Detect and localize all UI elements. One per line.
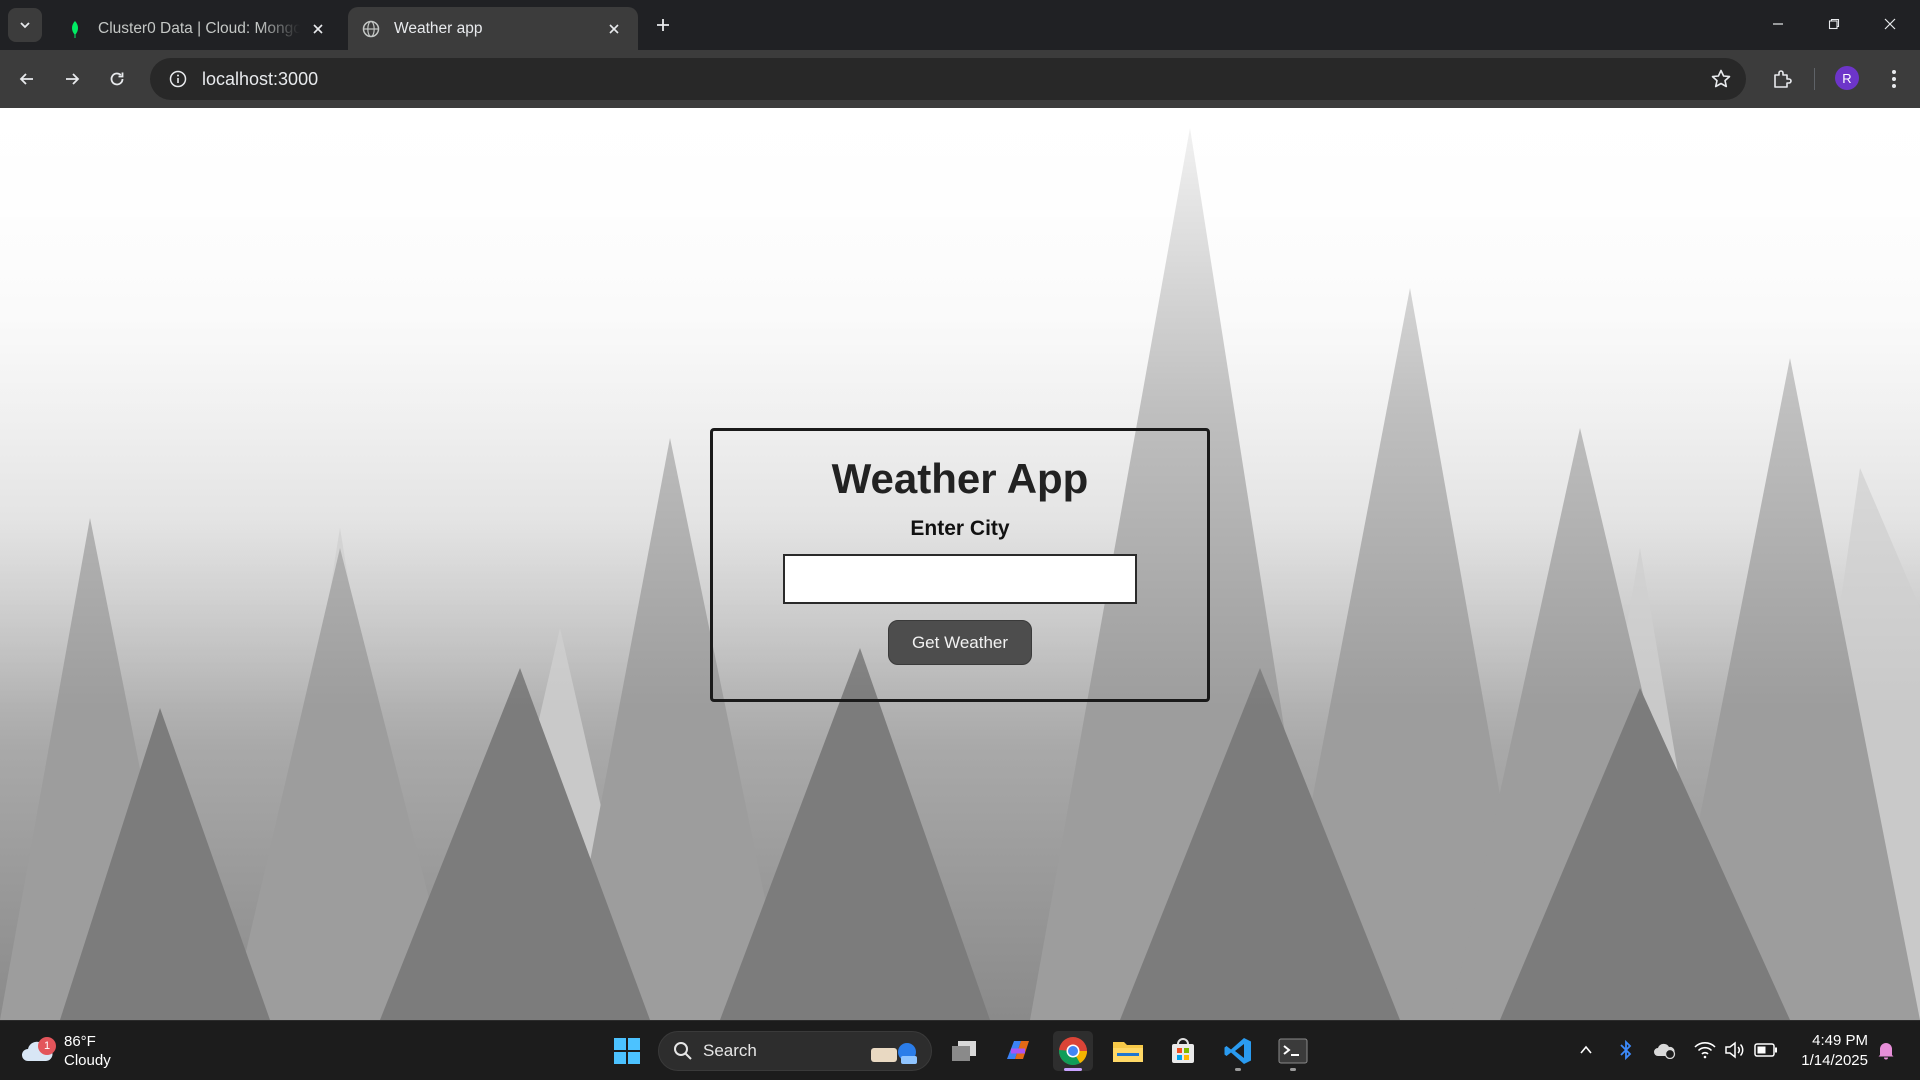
minimize-icon [1773,23,1783,25]
task-view-icon [952,1041,976,1061]
terminal-icon [1278,1038,1308,1064]
mongodb-leaf-icon [66,20,84,38]
weather-widget[interactable]: 1 86°F Cloudy [20,1029,111,1073]
page-viewport: Weather App Enter City Get Weather [0,108,1920,1020]
taskbar: 1 86°F Cloudy Search 4:49 PM 1/14/2025 [0,1020,1920,1080]
weather-card: Weather App Enter City Get Weather [710,428,1210,702]
windows-logo-icon [614,1038,640,1064]
reload-icon [110,72,124,86]
toolbar-separator [1814,68,1815,90]
minimize-button[interactable] [1750,0,1806,48]
chevron-up-icon [1580,1045,1592,1054]
clock[interactable]: 4:49 PM 1/14/2025 [1790,1031,1868,1071]
tab-title: Cluster0 Data | Cloud: MongoDB Cloud [98,19,300,37]
globe-icon [362,20,380,38]
notification-badge: 1 [38,1037,56,1055]
search-icon [674,1042,692,1060]
profile-avatar[interactable]: R [1835,66,1859,90]
address-bar[interactable]: localhost:3000 [150,58,1746,100]
battery-icon[interactable] [1753,1037,1779,1063]
folder-icon [1113,1042,1143,1062]
file-explorer-app[interactable] [1108,1031,1148,1071]
page-title: Weather App [831,455,1089,502]
close-icon[interactable] [604,19,624,39]
forward-button[interactable] [54,61,90,97]
browser-toolbar: localhost:3000 [0,50,1920,108]
vscode-icon [1224,1038,1251,1064]
taskbar-search[interactable]: Search [658,1031,932,1071]
bookmark-star-icon[interactable] [1710,68,1732,95]
city-input[interactable] [783,554,1137,604]
bluetooth-tray-icon[interactable] [1613,1037,1639,1063]
tab-title: Weather app [394,19,483,37]
copilot-icon [1007,1041,1029,1059]
url-text[interactable]: localhost:3000 [202,69,318,90]
extensions-puzzle-icon[interactable] [1768,65,1796,93]
terminal-app[interactable] [1273,1031,1313,1071]
close-window-button[interactable] [1862,0,1918,48]
arrow-left-icon [19,73,33,85]
show-hidden-icons-button[interactable] [1573,1037,1599,1063]
chrome-icon [1059,1037,1087,1065]
reload-button[interactable] [99,61,135,97]
info-icon[interactable] [156,70,200,88]
get-weather-button[interactable]: Get Weather [888,620,1032,665]
wifi-icon[interactable] [1692,1037,1718,1063]
clock-date: 1/14/2025 [1801,1052,1868,1069]
menu-kebab-icon[interactable] [1880,65,1908,93]
store-icon [1172,1038,1194,1063]
close-icon[interactable] [308,19,328,39]
restore-icon [1828,18,1840,30]
notifications-bell-icon[interactable] [1873,1037,1899,1063]
weather-condition: Cloudy [64,1052,111,1069]
tab-weather-app[interactable]: Weather app [348,7,638,50]
back-button[interactable] [9,61,45,97]
tab-mongodb[interactable]: Cluster0 Data | Cloud: MongoDB Cloud [52,7,342,50]
search-label: Search [703,1041,757,1060]
task-view-button[interactable] [944,1031,984,1071]
city-label: Enter City [910,517,1010,540]
start-button[interactable] [607,1031,647,1071]
plus-icon [657,19,669,31]
copilot-app[interactable] [998,1031,1038,1071]
chrome-app[interactable] [1053,1031,1093,1071]
new-tab-button[interactable] [650,12,676,38]
onedrive-tray-icon[interactable] [1652,1037,1678,1063]
close-icon [1884,18,1896,30]
restore-button[interactable] [1806,0,1862,48]
vscode-app[interactable] [1218,1031,1258,1071]
chevron-down-icon [20,22,30,29]
microsoft-store-app[interactable] [1163,1031,1203,1071]
tab-search-button[interactable] [8,8,42,42]
arrow-right-icon [66,73,80,85]
volume-icon[interactable] [1722,1037,1748,1063]
search-highlight-icon [871,1043,917,1064]
weather-temp: 86°F [64,1033,96,1050]
tab-strip: Cluster0 Data | Cloud: MongoDB Cloud Wea… [0,0,1920,50]
clock-time: 4:49 PM [1812,1032,1868,1049]
